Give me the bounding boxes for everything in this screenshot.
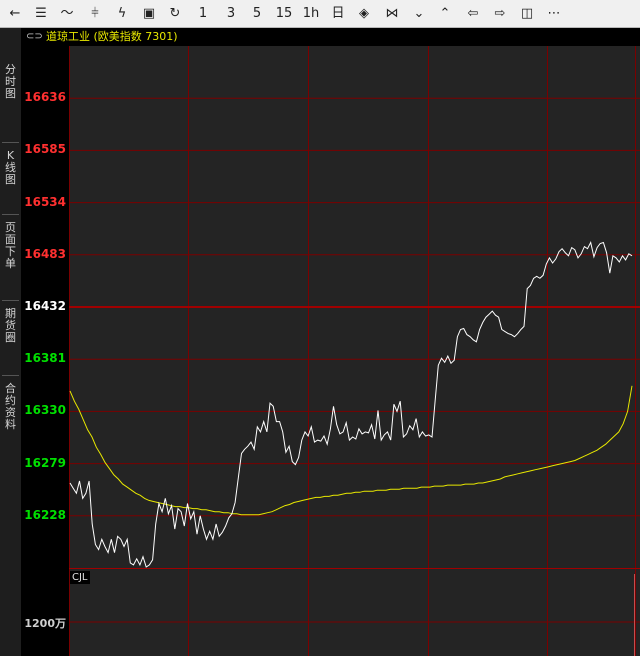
save-icon[interactable]: ▣ — [137, 2, 161, 26]
volume-indicator-label: CJL — [70, 571, 90, 584]
double-up-icon[interactable]: ⌃ — [433, 2, 457, 26]
line-chart-icon[interactable]: 〜 — [55, 2, 79, 26]
toolbar: ← ☰ 〜 ⫩ ϟ ▣ ↻ 1 3 5 15 1h 日 ◈ ⋈ ⌄ ⌃ ⇦ ⇨ ◫ ⋯ — [0, 0, 640, 28]
candlestick-icon[interactable]: ⫩ — [83, 2, 107, 26]
price-tick-label: 16636 — [24, 90, 66, 105]
back-arrow-icon[interactable]: ← — [3, 2, 27, 26]
period-day-button[interactable]: 日 — [326, 2, 350, 26]
list-icon[interactable]: ☰ — [29, 2, 53, 26]
sidebar-separator — [2, 375, 19, 376]
volume-axis-label: 1200万 — [24, 617, 66, 630]
double-down-icon[interactable]: ⌄ — [407, 2, 431, 26]
zoom-out-icon[interactable]: ⋈ — [380, 2, 404, 26]
period-15-button[interactable]: 15 — [272, 2, 296, 26]
instrument-title: 道琼工业 (欧美指数 7301) — [46, 30, 178, 43]
more-icon[interactable]: ⋯ — [542, 2, 566, 26]
sidebar-separator — [2, 214, 19, 215]
price-tick-label: 16330 — [24, 403, 66, 418]
layout-icon[interactable]: ◫ — [515, 2, 539, 26]
lightning-icon[interactable]: ϟ — [110, 2, 134, 26]
sidebar-separator — [2, 300, 19, 301]
sidebar-tab-1[interactable]: 分时图 — [0, 64, 21, 100]
refresh-icon[interactable]: ↻ — [163, 2, 187, 26]
price-tick-label: 16483 — [24, 246, 66, 261]
sidebar-tab-4[interactable]: 期货圈 — [0, 308, 21, 344]
link-icon[interactable]: ⊂⊃ — [26, 30, 43, 44]
price-axis: 16636 16585 16534 16483 16432 16381 16330 16279… — [21, 46, 69, 656]
sidebar: 分时图 K线图页面下单期货圈合约资料 — [0, 28, 21, 656]
price-tick-label: 16279 — [24, 455, 66, 470]
sidebar-tab-2[interactable]: K线图 — [0, 150, 21, 186]
price-tick-label: 16228 — [24, 507, 66, 522]
arrow-left-icon[interactable]: ⇦ — [461, 2, 485, 26]
zoom-in-icon[interactable]: ◈ — [352, 2, 376, 26]
period-1-button[interactable]: 1 — [191, 2, 215, 26]
intraday-chart[interactable] — [69, 46, 640, 656]
instrument-title-bar: ⊂⊃ 道琼工业 (欧美指数 7301) — [21, 28, 640, 46]
sidebar-tab-5[interactable]: 合约资料 — [0, 383, 21, 431]
period-1h-button[interactable]: 1h — [299, 2, 323, 26]
arrow-right-icon[interactable]: ⇨ — [488, 2, 512, 26]
price-tick-label: 16585 — [24, 142, 66, 157]
period-5-button[interactable]: 5 — [245, 2, 269, 26]
sidebar-separator — [2, 142, 19, 143]
plot-background — [69, 46, 640, 656]
sidebar-tab-3[interactable]: 页面下单 — [0, 222, 21, 270]
period-3-button[interactable]: 3 — [219, 2, 243, 26]
price-tick-label: 16432 — [24, 299, 66, 313]
price-tick-label: 16381 — [24, 351, 66, 366]
price-tick-label: 16534 — [24, 194, 66, 209]
